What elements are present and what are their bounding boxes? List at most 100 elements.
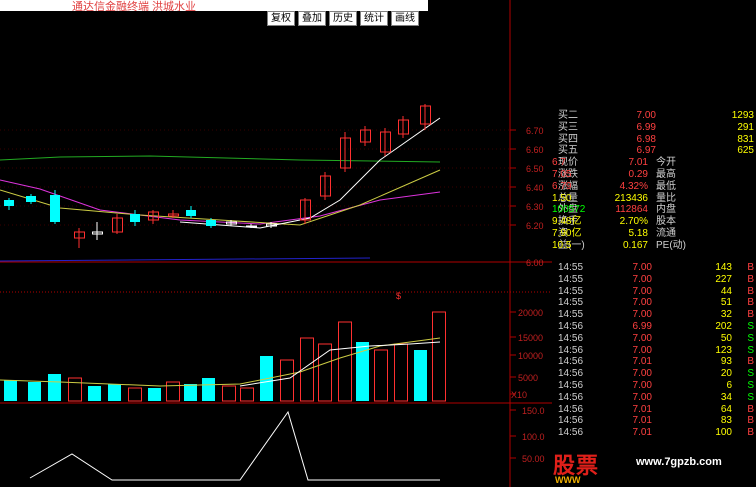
trade-side: S (747, 368, 754, 380)
logo-sub-text: WWW (555, 475, 581, 485)
candle-body (4, 200, 14, 206)
price-tick-label: 6.30 (526, 202, 544, 212)
trade-row[interactable]: 14:56 7.00 20 S (552, 368, 756, 380)
volume-bar (68, 377, 82, 402)
draw-line-button[interactable]: 画线 (391, 11, 419, 26)
quote-label-2: 最低 (656, 180, 676, 192)
site-url: www.7gpzb.com (636, 456, 722, 468)
quote-label: 买二 (558, 110, 578, 121)
quote-value: 7.00 (636, 110, 656, 121)
volume-bar (394, 343, 408, 402)
trade-volume: 6 (726, 379, 732, 391)
quote-value-2: 100572 (552, 204, 586, 216)
candle-body (206, 220, 216, 226)
quote-label: 买五 (558, 145, 578, 157)
quote-volume: 831 (737, 133, 754, 145)
quote-value: 7.01 (628, 157, 648, 169)
marker-label: $ (396, 291, 401, 301)
trade-price: 7.01 (632, 427, 652, 439)
trade-time: 14:55 (558, 262, 584, 273)
volume-tick-label: 10000 (518, 351, 543, 361)
trade-row[interactable]: 14:55 7.00 51 B (552, 297, 756, 309)
trade-time: 14:56 (558, 320, 584, 332)
trade-price: 7.00 (632, 379, 652, 391)
trade-row[interactable]: 14:56 7.00 123 S (552, 345, 756, 357)
trade-volume: 100 (715, 427, 732, 439)
trade-price: 7.01 (632, 415, 652, 427)
trade-price: 7.00 (632, 344, 652, 356)
trade-volume: 64 (720, 403, 732, 415)
volume-tick-label: X10 (511, 390, 527, 400)
quote-value: 0.29 (628, 168, 648, 180)
volume-tick-label: 15000 (518, 333, 543, 343)
trade-time: 14:55 (558, 285, 584, 297)
trade-row[interactable]: 14:55 7.00 227 B (552, 274, 756, 286)
indicator-tick-label: 150.0 (522, 406, 545, 416)
candle-body (130, 214, 140, 222)
quote-label: 买四 (558, 133, 578, 145)
trade-side: B (747, 262, 754, 273)
stock-logo: 股票 WWW (545, 448, 610, 487)
quote-label-2: 股本 (656, 216, 676, 228)
trade-time: 14:56 (558, 344, 584, 356)
trade-time: 14:56 (558, 332, 584, 344)
volume-bar (240, 387, 254, 402)
trade-volume: 51 (720, 297, 732, 309)
quote-row: 换手 2.70% 股本 9.48亿 (552, 216, 756, 228)
quote-value: 6.98 (636, 133, 656, 145)
quote-value: 0.167 (622, 239, 648, 251)
indicator-line (29, 410, 440, 481)
trade-row[interactable]: 14:56 7.01 64 B (552, 404, 756, 416)
trade-row[interactable]: 14:56 7.01 93 B (552, 356, 756, 368)
volume-bar (88, 386, 101, 401)
trade-row[interactable]: 14:56 7.00 6 S (552, 380, 756, 392)
trade-row[interactable]: 14:55 7.00 44 B (552, 286, 756, 298)
trade-price: 7.01 (632, 403, 652, 415)
trade-side: S (747, 391, 754, 403)
quote-value: 112864 (615, 204, 648, 216)
trade-volume: 32 (720, 309, 732, 321)
tick-trades-list[interactable]: 14:55 7.00 143 B 14:55 7.00 227 B 14:55 7.00 44 B 14… (552, 262, 756, 439)
trade-side: S (747, 320, 754, 332)
trade-price: 7.00 (632, 332, 652, 344)
trade-volume: 83 (720, 415, 732, 427)
overlay-button[interactable]: 叠加 (298, 11, 326, 26)
price-tick-label: 6.50 (526, 164, 544, 174)
kline-chart[interactable]: 6.70 6.60 6.50 6.40 6.30 6.20 6.00 20000 15000 10… (0, 0, 552, 487)
quote-row: 资 5.18 流通 7.90亿 (552, 228, 756, 240)
trade-side: B (747, 415, 754, 427)
trade-volume: 44 (720, 285, 732, 297)
trade-price: 7.00 (632, 391, 652, 403)
quote-row: 买三 6.99 291 (552, 122, 756, 134)
quote-value: 4.32% (619, 180, 648, 192)
volume-bar (374, 349, 388, 402)
trade-time: 14:56 (558, 379, 584, 391)
trade-price: 7.00 (632, 368, 652, 380)
history-button[interactable]: 历史 (329, 11, 357, 26)
trade-volume: 123 (715, 344, 732, 356)
volume-bar (28, 382, 41, 401)
fuquan-button[interactable]: 复权 (267, 11, 295, 26)
trade-time: 14:56 (558, 391, 584, 403)
trade-row[interactable]: 14:56 6.99 202 S (552, 321, 756, 333)
trade-row[interactable]: 14:56 7.00 50 S (552, 333, 756, 345)
trade-row[interactable]: 14:56 7.00 34 S (552, 392, 756, 404)
volume-bar (222, 385, 236, 402)
quote-row: 买四 6.98 831 (552, 134, 756, 146)
trade-row[interactable]: 14:55 7.00 32 B (552, 309, 756, 321)
trade-row[interactable]: 14:56 7.01 83 B (552, 415, 756, 427)
trade-row[interactable]: 14:56 7.01 100 B (552, 427, 756, 439)
trade-row[interactable]: 14:55 7.00 143 B (552, 262, 756, 274)
volume-tick-label: 20000 (518, 308, 543, 318)
price-tick-label: 6.00 (526, 258, 544, 268)
trade-time: 14:55 (558, 273, 584, 285)
quote-value: 213436 (614, 192, 648, 204)
trade-volume: 202 (715, 320, 732, 332)
quote-value-2: 9.48亿 (552, 216, 582, 228)
price-tick-label: 6.60 (526, 145, 544, 155)
quote-row: 涨幅 4.32% 最低 6.79 (552, 181, 756, 193)
trade-side: B (747, 309, 754, 321)
statistics-button[interactable]: 统计 (360, 11, 388, 26)
candle-body (26, 196, 36, 202)
indicator-tick-label: 100.0 (522, 432, 545, 442)
